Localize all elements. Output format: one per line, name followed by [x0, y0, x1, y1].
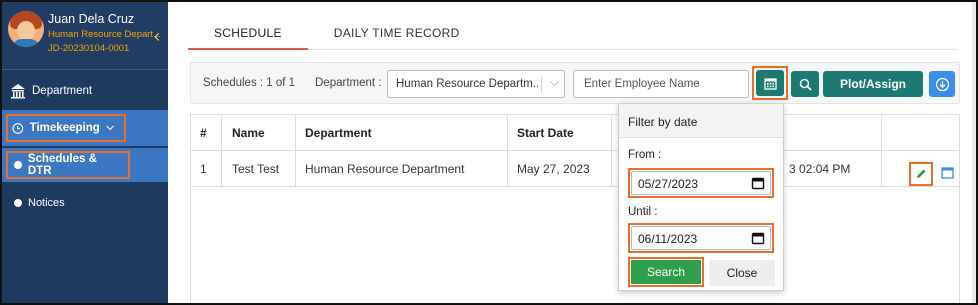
- filter-close-button[interactable]: Close: [709, 260, 775, 286]
- user-name: Juan Dela Cruz: [48, 12, 135, 26]
- until-date-input[interactable]: 06/11/2023: [631, 226, 771, 250]
- calendar-view-button[interactable]: [941, 166, 954, 182]
- sidebar-item-label: Department: [32, 85, 93, 97]
- row-number: 1: [200, 162, 207, 176]
- from-date-highlight: 05/27/2023: [628, 168, 774, 198]
- popup-title: Filter by date: [619, 104, 783, 138]
- filter-search-button[interactable]: Search: [631, 260, 701, 284]
- download-button[interactable]: [929, 71, 955, 97]
- column-header-number: #: [200, 126, 207, 140]
- sidebar-item-label: Notices: [28, 197, 65, 209]
- calendar-icon: [763, 77, 777, 90]
- column-header-start-date: Start Date: [517, 126, 574, 140]
- schedule-table: # Name Department Start Date 1 Test Test…: [190, 114, 960, 303]
- row-department: Human Resource Department: [305, 162, 465, 176]
- calendar-filter-highlight: [752, 66, 788, 100]
- sidebar-item-notices[interactable]: Notices: [2, 194, 168, 212]
- table-header: # Name Department Start Date: [191, 115, 959, 151]
- tab-bar: SCHEDULE DAILY TIME RECORD: [188, 20, 958, 50]
- tab-daily-time-record[interactable]: DAILY TIME RECORD: [308, 20, 486, 50]
- search-icon: [799, 78, 812, 91]
- search-button-highlight: Search: [628, 257, 704, 287]
- until-label: Until :: [628, 206, 658, 218]
- collapse-sidebar-icon[interactable]: ‹: [150, 26, 164, 46]
- chevron-down-icon: [106, 125, 114, 131]
- row-name: Test Test: [232, 162, 280, 176]
- clock-icon: [12, 122, 24, 134]
- until-date-value: 06/11/2023: [638, 232, 698, 246]
- calendar-icon: [751, 177, 765, 190]
- user-profile: Juan Dela Cruz Human Resource Depart... …: [2, 2, 168, 70]
- scrollbar[interactable]: [972, 2, 976, 303]
- filter-by-date-popup: Filter by date From : 05/27/2023 Until :…: [618, 103, 784, 291]
- bullet-icon: [14, 199, 22, 207]
- sidebar-item-timekeeping[interactable]: Timekeeping: [2, 110, 168, 146]
- from-date-input[interactable]: 05/27/2023: [631, 171, 771, 195]
- timekeeping-highlight: Timekeeping: [6, 114, 126, 142]
- toolbar: Schedules : 1 of 1 Department : Human Re…: [190, 62, 960, 104]
- chevron-down-icon: ⌵: [549, 75, 559, 89]
- search-button[interactable]: [791, 71, 819, 97]
- app-frame: Juan Dela Cruz Human Resource Depart... …: [0, 0, 978, 305]
- department-select-value: Human Resource Departm...: [396, 78, 538, 90]
- row-updated: 3 02:04 PM: [789, 162, 851, 176]
- main-content: SCHEDULE DAILY TIME RECORD Schedules : 1…: [172, 2, 976, 303]
- until-date-highlight: 06/11/2023: [628, 223, 774, 253]
- column-header-department: Department: [305, 126, 372, 140]
- calendar-icon: [941, 167, 954, 179]
- edit-button[interactable]: [909, 162, 933, 186]
- employee-name-input[interactable]: [573, 70, 749, 98]
- user-department: Human Resource Depart...: [48, 29, 161, 40]
- tab-schedule[interactable]: SCHEDULE: [188, 20, 308, 50]
- row-start-date: May 27, 2023: [517, 162, 590, 176]
- from-label: From :: [628, 149, 662, 161]
- sidebar-item-department[interactable]: Department: [2, 78, 168, 104]
- calendar-icon: [751, 232, 765, 245]
- bullet-icon: [14, 161, 22, 169]
- from-date-value: 05/27/2023: [638, 177, 699, 191]
- table-row[interactable]: 1 Test Test Human Resource Department Ma…: [191, 151, 959, 187]
- sidebar-item-label: Schedules & DTR: [27, 153, 97, 177]
- department-label: Department :: [315, 77, 382, 89]
- calendar-filter-button[interactable]: [756, 70, 784, 96]
- plot-assign-button[interactable]: Plot/Assign: [823, 71, 923, 97]
- avatar: [8, 11, 44, 47]
- building-icon: [11, 84, 25, 99]
- schedules-count: Schedules : 1 of 1: [203, 77, 296, 89]
- sidebar-item-schedules-dtr[interactable]: Schedules & DTR: [2, 148, 168, 182]
- user-employee-id: JD-20230104-0001: [48, 43, 130, 54]
- pencil-icon: [917, 169, 926, 178]
- sidebar-item-label: Timekeeping: [29, 122, 100, 134]
- schedules-highlight: Schedules & DTR: [6, 151, 130, 179]
- department-select[interactable]: Human Resource Departm... ⌵: [387, 70, 565, 98]
- download-icon: [935, 77, 949, 91]
- sidebar: Juan Dela Cruz Human Resource Depart... …: [2, 2, 168, 303]
- column-header-name: Name: [232, 126, 265, 140]
